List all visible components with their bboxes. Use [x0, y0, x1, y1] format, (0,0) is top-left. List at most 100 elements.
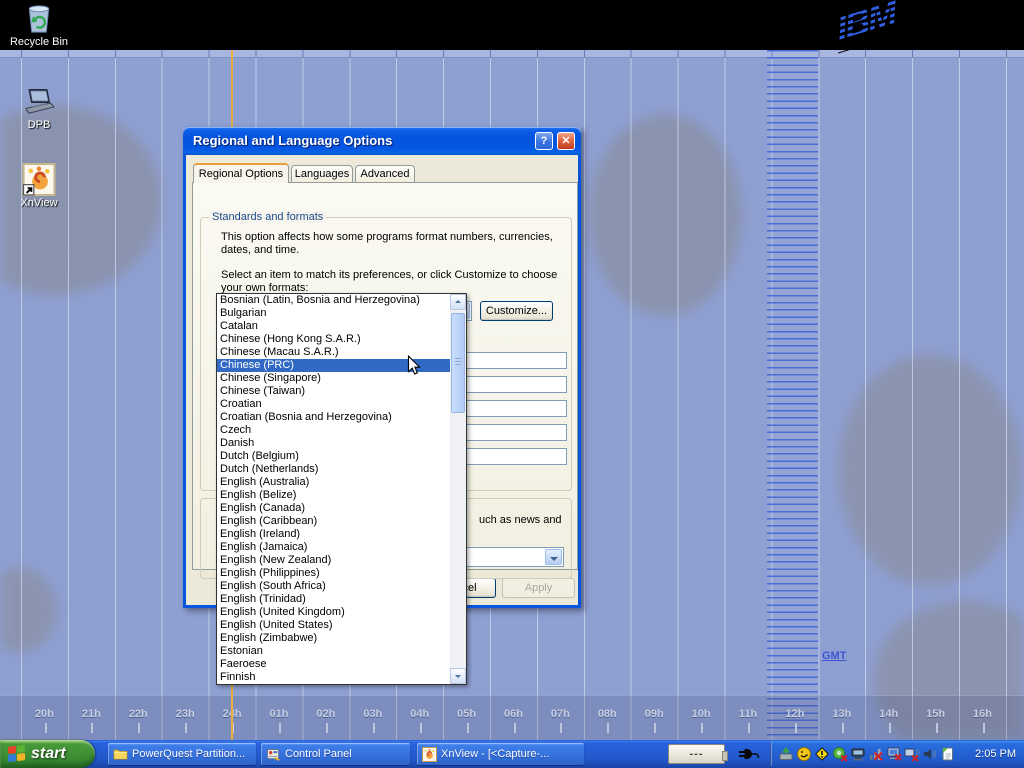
recycle-bin-icon: [21, 2, 57, 35]
signal-error-tray-icon[interactable]: [868, 746, 884, 762]
folder-icon: [113, 747, 128, 762]
scroll-down-button[interactable]: [450, 668, 466, 684]
battery-meter[interactable]: ---: [668, 744, 725, 764]
language-list-item[interactable]: Croatian (Bosnia and Herzegovina): [217, 411, 450, 424]
language-list-item[interactable]: English (Zimbabwe): [217, 632, 450, 645]
language-list-item[interactable]: English (Trinidad): [217, 593, 450, 606]
timezone-label: 11h: [726, 704, 770, 722]
timezone-label: 15h: [914, 704, 958, 722]
timezone-label: 06h: [492, 704, 536, 722]
language-list-item[interactable]: Bosnian (Latin, Bosnia and Herzegovina): [217, 294, 450, 307]
standards-description: This option affects how some programs fo…: [221, 231, 553, 257]
xnview-icon: [422, 747, 437, 762]
gmt-hatched-band: [767, 50, 818, 740]
task-button-folder[interactable]: PowerQuest Partition...: [108, 743, 256, 765]
timezone-label: 07h: [538, 704, 582, 722]
language-list-item[interactable]: Czech: [217, 424, 450, 437]
help-button[interactable]: ?: [535, 132, 553, 150]
timezone-label: 02h: [304, 704, 348, 722]
language-list-item[interactable]: English (Ireland): [217, 528, 450, 541]
computer-error-tray-icon[interactable]: [886, 746, 902, 762]
timezone-label: 12h: [773, 704, 817, 722]
alert-diamond-tray-icon[interactable]: [814, 746, 830, 762]
language-list-item[interactable]: Croatian: [217, 398, 450, 411]
close-button[interactable]: ✕: [557, 132, 575, 150]
language-dropdown-list: Bosnian (Latin, Bosnia and Herzegovina) …: [216, 293, 467, 685]
language-list-item[interactable]: English (Australia): [217, 476, 450, 489]
language-list-item[interactable]: English (Jamaica): [217, 541, 450, 554]
apply-button[interactable]: Apply: [502, 578, 575, 598]
ac-power-plug-icon: [738, 746, 760, 762]
language-list-item[interactable]: English (United Kingdom): [217, 606, 450, 619]
customize-button[interactable]: Customize...: [480, 301, 553, 321]
list-scrollbar[interactable]: [450, 294, 466, 684]
scroll-up-button[interactable]: [450, 294, 466, 310]
desktop-icon-xnview[interactable]: XnView: [0, 163, 78, 209]
dialog-title: Regional and Language Options: [193, 127, 392, 154]
timezone-label: 03h: [351, 704, 395, 722]
desktop-icon-label: DPB: [0, 119, 78, 131]
language-list-item[interactable]: Bulgarian: [217, 307, 450, 320]
language-list-items: Bosnian (Latin, Bosnia and Herzegovina) …: [217, 294, 450, 684]
timezone-label: 16h: [961, 704, 1005, 722]
gmt-label: GMT: [822, 650, 846, 662]
service-error-tray-icon[interactable]: [832, 746, 848, 762]
language-list-item[interactable]: Chinese (Taiwan): [217, 385, 450, 398]
task-button-xnview[interactable]: XnView - [<Capture-...: [417, 743, 584, 765]
display-error-tray-icon[interactable]: [904, 746, 920, 762]
language-list-item[interactable]: Chinese (Hong Kong S.A.R.): [217, 333, 450, 346]
tab-advanced[interactable]: Advanced: [355, 165, 415, 183]
language-list-item[interactable]: Dutch (Belgium): [217, 450, 450, 463]
windows-flag-icon: [7, 745, 27, 763]
language-list-item[interactable]: Finnish: [217, 671, 450, 684]
removable-device-tray-icon[interactable]: [778, 746, 794, 762]
timezone-label: 01h: [257, 704, 301, 722]
task-scheduler-tray-icon[interactable]: [940, 746, 956, 762]
combobox-dropdown-button[interactable]: [545, 549, 562, 565]
language-list-item[interactable]: English (New Zealand): [217, 554, 450, 567]
timezone-top-ruler: [0, 50, 1024, 58]
timezone-label: 09h: [632, 704, 676, 722]
control-panel-icon: [266, 747, 281, 762]
language-list-item[interactable]: English (South Africa): [217, 580, 450, 593]
xnview-shortcut-icon: [21, 163, 57, 196]
arrow-down-icon: [455, 675, 461, 678]
chevron-down-icon: [550, 557, 558, 565]
laptop-icon: [21, 85, 57, 118]
language-list-item[interactable]: Dutch (Netherlands): [217, 463, 450, 476]
timezone-label: 04h: [398, 704, 442, 722]
language-list-item[interactable]: English (Caribbean): [217, 515, 450, 528]
language-list-item[interactable]: Faeroese: [217, 658, 450, 671]
language-list-item[interactable]: English (Belize): [217, 489, 450, 502]
taskbar: start PowerQuest Partition... Control Pa…: [0, 740, 1024, 768]
start-button[interactable]: start: [0, 740, 95, 768]
tab-languages[interactable]: Languages: [291, 165, 353, 183]
timezone-label: 20h: [23, 704, 67, 722]
system-tray: 2:05 PM: [770, 740, 1024, 768]
language-list-item[interactable]: English (Philippines): [217, 567, 450, 580]
group-title: Standards and formats: [209, 211, 326, 223]
language-list-item[interactable]: Estonian: [217, 645, 450, 658]
desktop-icon-dpb[interactable]: DPB: [0, 85, 78, 131]
network-device-tray-icon[interactable]: [850, 746, 866, 762]
timezone-label: 21h: [69, 704, 113, 722]
mouse-cursor: [407, 355, 421, 381]
language-list-item[interactable]: Catalan: [217, 320, 450, 333]
timezone-label: 10h: [679, 704, 723, 722]
language-list-item[interactable]: English (United States): [217, 619, 450, 632]
timezone-label: 14h: [867, 704, 911, 722]
task-button-control-panel[interactable]: Control Panel: [261, 743, 410, 765]
language-list-item[interactable]: Danish: [217, 437, 450, 450]
desktop-icon-recycle-bin[interactable]: Recycle Bin: [0, 2, 78, 48]
dialog-titlebar[interactable]: Regional and Language Options ? ✕: [183, 127, 581, 155]
messenger-tray-icon[interactable]: [796, 746, 812, 762]
arrow-up-icon: [455, 300, 461, 303]
desktop-icon-label: XnView: [0, 197, 78, 209]
language-list-item[interactable]: English (Canada): [217, 502, 450, 515]
scrollbar-thumb[interactable]: [451, 313, 465, 413]
timezone-label: 13h: [820, 704, 864, 722]
location-text-visible: uch as news and: [479, 514, 562, 527]
taskbar-clock: 2:05 PM: [975, 740, 1016, 768]
volume-tray-icon[interactable]: [922, 746, 938, 762]
tab-regional-options[interactable]: Regional Options: [193, 163, 289, 183]
